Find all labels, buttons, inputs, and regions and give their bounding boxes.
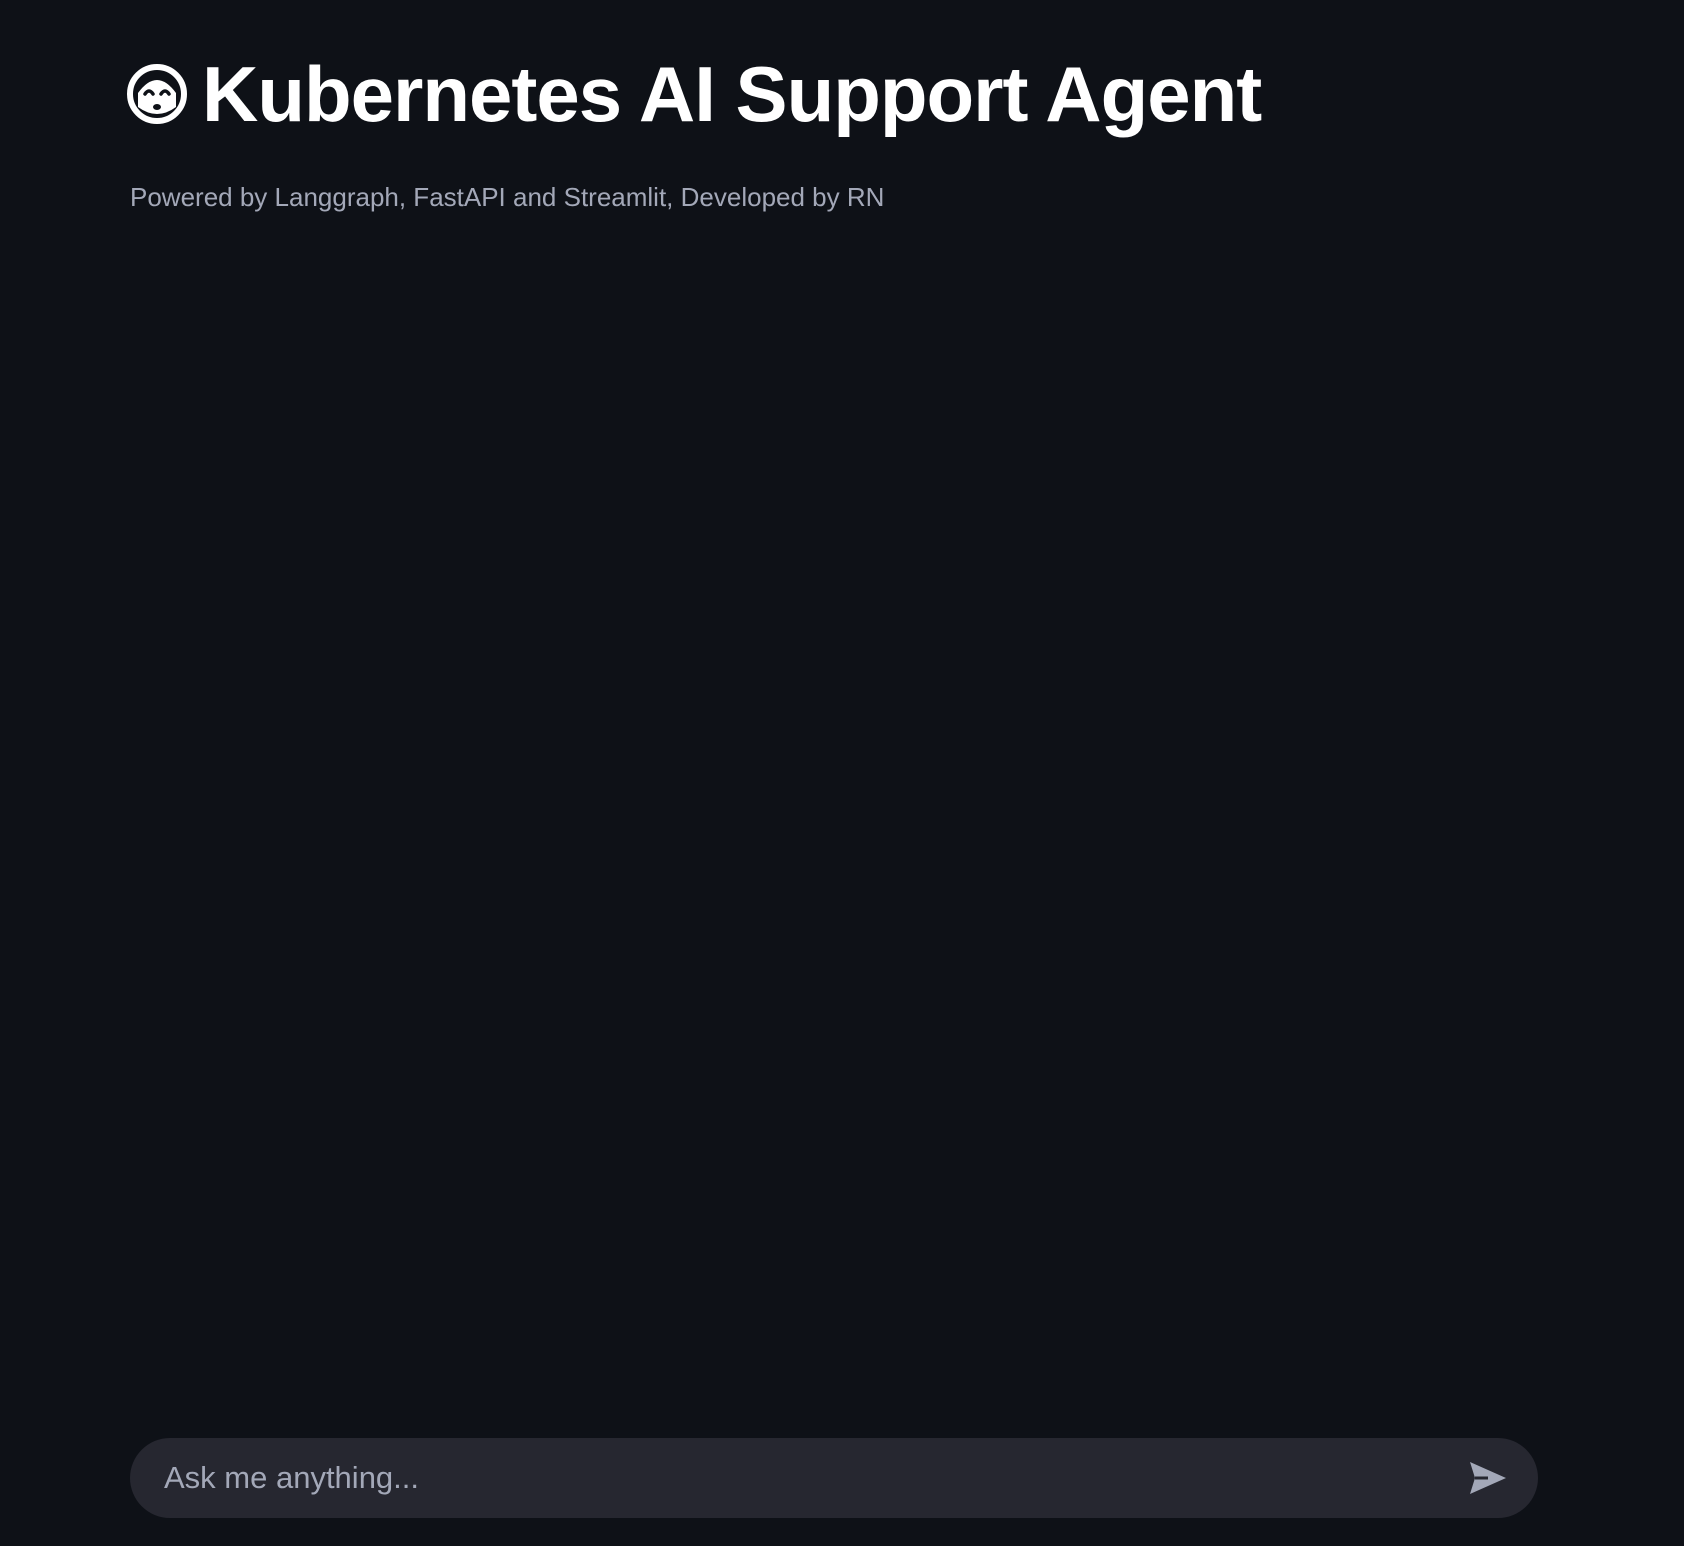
chat-input-container bbox=[130, 1438, 1538, 1518]
send-button[interactable] bbox=[1456, 1446, 1520, 1510]
send-arrow-icon bbox=[1468, 1460, 1508, 1496]
chat-input[interactable] bbox=[130, 1438, 1456, 1518]
page-caption: Powered by Langgraph, FastAPI and Stream… bbox=[130, 182, 885, 212]
page-header: Kubernetes AI Support Agent bbox=[126, 48, 1262, 140]
app-main: Kubernetes AI Support Agent Powered by L… bbox=[0, 0, 1684, 1546]
page-title: Kubernetes AI Support Agent bbox=[202, 50, 1262, 138]
robot-face-icon bbox=[126, 63, 188, 125]
